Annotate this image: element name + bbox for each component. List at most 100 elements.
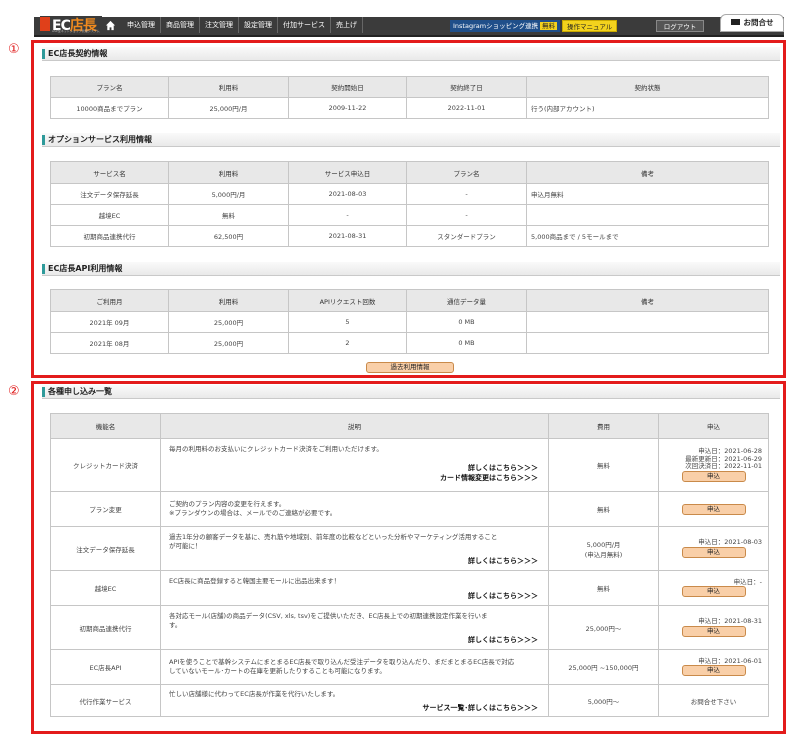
- apply-cell: 申込: [658, 491, 769, 527]
- service-list-link[interactable]: サービス一覧･詳しくはこちら＞＞＞: [423, 704, 539, 713]
- feature-name-cell: プラン変更: [50, 491, 161, 527]
- apply-button[interactable]: 申込: [681, 546, 746, 558]
- table-header-row: サービス名 利用料 サービス申込日 プラン名 備考: [50, 161, 769, 184]
- table-header-row: プラン名 利用料 契約開始日 契約終了日 契約状態: [50, 76, 769, 98]
- column-header: ご利用月: [50, 289, 169, 312]
- menu-order-management[interactable]: 注文管理: [200, 17, 239, 33]
- start-date-cell: 2009-11-22: [288, 97, 407, 119]
- table-row: 初期商品連携代行 62,500円 2021-08-31 スタンダードプラン 5,…: [50, 225, 769, 247]
- details-link[interactable]: 詳しくはこちら＞＞＞: [468, 636, 538, 645]
- home-icon[interactable]: [102, 17, 118, 33]
- instagram-label: Instagramショッピング連携: [453, 22, 539, 30]
- apply-button[interactable]: 申込: [681, 586, 746, 598]
- description-text: EC店長に商品登録すると韓国主要モールに出品出来ます！: [169, 577, 341, 585]
- description-text: 各対応モール(店舗)の商品データ(CSV, xls, tsv)をご提供いただき、…: [169, 612, 488, 620]
- column-header: プラン名: [406, 161, 527, 184]
- menu-sales[interactable]: 売上げ: [331, 17, 363, 33]
- description-cell: EC店長に商品登録すると韓国主要モールに出品出来ます！ 詳しくはこちら＞＞＞: [160, 570, 549, 606]
- menu-settings-management[interactable]: 設定管理: [239, 17, 278, 33]
- fee-cell: 無料: [548, 438, 659, 492]
- data-volume-cell: 0 MB: [406, 332, 527, 354]
- options-table: サービス名 利用料 サービス申込日 プラン名 備考 注文データ保存延長 5,00…: [50, 161, 769, 247]
- apply-button[interactable]: 申込: [681, 470, 746, 482]
- menu-product-management[interactable]: 商品管理: [161, 17, 200, 33]
- apply-button[interactable]: 申込: [681, 503, 746, 515]
- description-text-cont: す。: [169, 621, 182, 629]
- column-header: APIリクエスト回数: [288, 289, 407, 312]
- logout-button[interactable]: ログアウト: [656, 20, 704, 32]
- column-header: プラン名: [50, 76, 169, 98]
- menu-additional-services[interactable]: 付加サービス: [278, 17, 331, 33]
- api-usage-table: ご利用月 利用料 APIリクエスト回数 通信データ量 備考 2021年 09月 …: [50, 289, 769, 354]
- apply-button[interactable]: 申込: [681, 625, 746, 637]
- end-date-cell: 2022-11-01: [406, 97, 527, 119]
- description-cell: APIを使うことで基幹システムにまとまるEC店長で取り込んだ受注データを取り込ん…: [160, 649, 549, 685]
- feature-name-cell: EC店長API: [50, 649, 161, 685]
- apply-date-cell: 2021-08-31: [288, 225, 407, 247]
- fee-cell: 25,000円 ~150,000円: [548, 649, 659, 685]
- next-billing-date: 次回決済日：2022-11-01: [685, 462, 762, 471]
- fee-cell: 無料: [168, 204, 289, 226]
- top-navigation: EC店長 ASP型ネットショップ管理システム 申込管理 商品管理 注文管理 設定…: [34, 14, 784, 40]
- menu-application-management[interactable]: 申込管理: [122, 17, 161, 33]
- manual-button[interactable]: 操作マニュアル: [562, 20, 618, 32]
- description-cell: ご契約のプラン内容の変更を行えます。 ※プランダウンの場合は、メールでのご連絡が…: [160, 491, 549, 527]
- section-accent: [42, 135, 45, 145]
- column-header: サービス名: [50, 161, 169, 184]
- card-change-link[interactable]: カード情報変更はこちら＞＞＞: [440, 474, 538, 483]
- main-menu: 申込管理 商品管理 注文管理 設定管理 付加サービス 売上げ: [122, 17, 363, 33]
- contact-tab[interactable]: お問合せ: [720, 14, 784, 32]
- fee-note: (申込月無料): [584, 550, 623, 559]
- request-count-cell: 5: [288, 311, 407, 333]
- instagram-shopping-button[interactable]: Instagramショッピング連携 無料: [450, 20, 561, 32]
- table-row: EC店長API APIを使うことで基幹システムにまとまるEC店長で取り込んだ受注…: [50, 649, 769, 685]
- table-row: 注文データ保存延長 過去1年分の顧客データを基に、売れ筋や地域別、前年度の比較な…: [50, 526, 769, 571]
- table-header-row: 機能名 説明 費用 申込: [50, 413, 769, 439]
- service-name-cell: 注文データ保存延長: [50, 183, 169, 205]
- api-section-title: EC店長API利用情報: [48, 264, 123, 273]
- apply-date: 申込日：2021-08-31: [698, 617, 762, 626]
- apply-button[interactable]: 申込: [681, 665, 746, 677]
- description-text: 毎月の利用料のお支払いにクレジットカード決済をご利用いただけます。: [169, 445, 383, 453]
- section-marker-1: ①: [8, 42, 20, 57]
- description-cell: 各対応モール(店舗)の商品データ(CSV, xls, tsv)をご提供いただき、…: [160, 605, 549, 650]
- description-text: 忙しい店舗様に代わってEC店長が作業を代行いたします。: [169, 690, 340, 698]
- month-cell: 2021年 08月: [50, 332, 169, 354]
- contact-label: お問合せ: [743, 18, 774, 27]
- ec-tencho-logo[interactable]: EC店長 ASP型ネットショップ管理システム: [40, 16, 102, 34]
- apply-date-cell: -: [288, 204, 407, 226]
- table-row: 10000商品までプラン 25,000円/月 2009-11-22 2022-1…: [50, 97, 769, 119]
- fee-cell: 25,000円: [168, 332, 289, 354]
- past-usage-button[interactable]: 過去利用情報: [366, 362, 454, 373]
- applications-section-header: 各種申し込み一覧: [42, 385, 780, 399]
- feature-name-cell: 注文データ保存延長: [50, 526, 161, 571]
- apply-cell: 申込日：2021-08-31 申込: [658, 605, 769, 650]
- description-cell: 毎月の利用料のお支払いにクレジットカード決済をご利用いただけます。 詳しくはこち…: [160, 438, 549, 492]
- table-row: 2021年 08月 25,000円 2 0 MB: [50, 332, 769, 354]
- table-header-row: ご利用月 利用料 APIリクエスト回数 通信データ量 備考: [50, 289, 769, 312]
- details-link[interactable]: 詳しくはこちら＞＞＞: [468, 464, 538, 473]
- envelope-icon: [730, 19, 740, 25]
- apply-cell: 申込日：2021-08-03 申込: [658, 526, 769, 571]
- section-accent: [42, 387, 45, 397]
- column-header: 通信データ量: [406, 289, 527, 312]
- column-header: 契約終了日: [406, 76, 527, 98]
- details-link[interactable]: 詳しくはこちら＞＞＞: [468, 592, 538, 601]
- fee-cell: 5,000円/月: [168, 183, 289, 205]
- description-text: ご契約のプラン内容の変更を行えます。: [169, 500, 286, 508]
- fee-cell: 25,000円: [168, 311, 289, 333]
- column-header: 備考: [526, 161, 769, 184]
- details-link[interactable]: 詳しくはこちら＞＞＞: [468, 557, 538, 566]
- options-section-title: オプションサービス利用情報: [48, 135, 152, 144]
- feature-name-cell: 代行作業サービス: [50, 684, 161, 717]
- apply-cell: 申込日：2021-06-28 最新更新日：2021-06-29 次回決済日：20…: [658, 438, 769, 492]
- table-row: 越境EC EC店長に商品登録すると韓国主要モールに出品出来ます！ 詳しくはこちら…: [50, 570, 769, 606]
- logo-subtitle: ASP型ネットショップ管理システム: [52, 29, 100, 33]
- column-header: 備考: [526, 289, 769, 312]
- column-header: 契約開始日: [288, 76, 407, 98]
- apply-date: 申込日：2021-08-03: [698, 538, 762, 547]
- plan-name-cell: 10000商品までプラン: [50, 97, 169, 119]
- description-text: 過去1年分の顧客データを基に、売れ筋や地域別、前年度の比較などといった分析やマー…: [169, 533, 498, 541]
- fee-cell: 無料: [548, 570, 659, 606]
- section-accent: [42, 49, 45, 59]
